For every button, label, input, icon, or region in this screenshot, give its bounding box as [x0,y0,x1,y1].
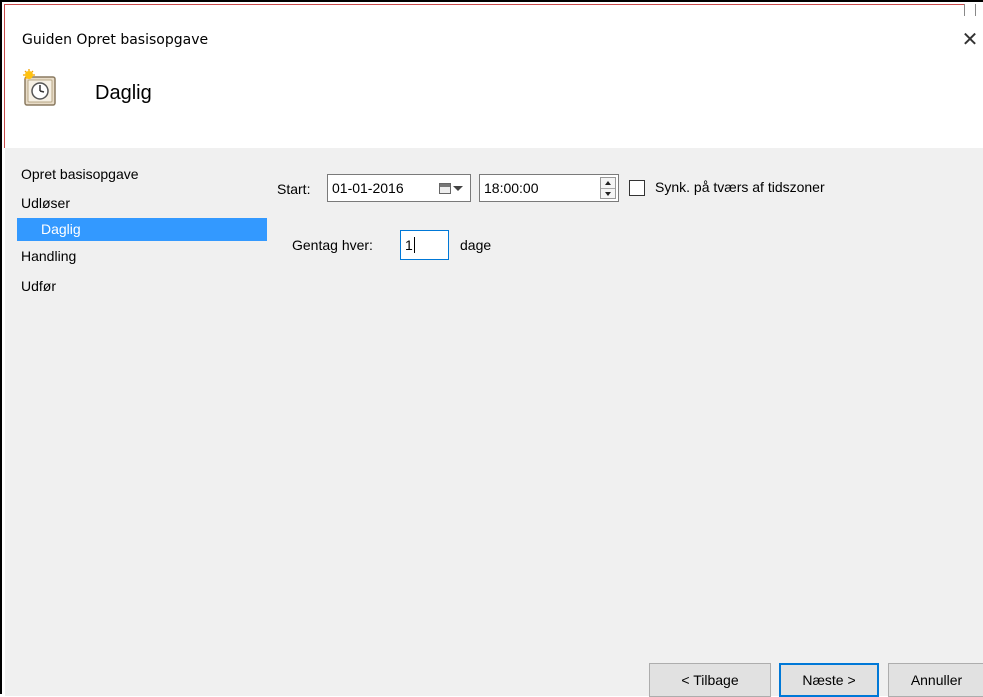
repeat-unit-label: dage [460,237,492,253]
arrow-up-icon [605,181,611,185]
sync-timezones-checkbox[interactable] [629,180,645,196]
page-title: Daglig [95,82,152,104]
sync-timezones-label[interactable]: Synk. på tværs af tidszoner [655,179,825,195]
clock-sun-icon [23,69,56,106]
window-border-top [4,4,964,5]
repeat-days-input[interactable]: 1 [400,230,449,260]
wizard-window: Guiden Opret basisopgave ✕ Daglig Opret … [0,0,983,697]
wizard-steps-nav: Opret basisopgave Udløser Daglig Handlin… [5,164,267,301]
close-icon: ✕ [961,27,979,51]
back-button[interactable]: < Tilbage [649,663,771,697]
repeat-days-value: 1 [405,237,413,253]
chevron-down-icon [453,185,463,191]
window-border-left [4,4,5,148]
background-window-edge [964,4,983,16]
close-button[interactable]: ✕ [957,26,983,52]
step-finish[interactable]: Udfør [5,271,267,301]
cancel-button[interactable]: Annuller [888,663,983,697]
start-label: Start: [277,181,311,197]
start-time-value: 18:00:00 [484,180,539,196]
next-button[interactable]: Næste > [779,663,879,697]
calendar-icon [439,182,451,194]
start-date-value: 01-01-2016 [332,180,404,196]
time-spinner[interactable] [600,177,616,199]
arrow-down-icon [605,192,611,196]
step-create-basic-task[interactable]: Opret basisopgave [5,164,267,188]
step-action[interactable]: Handling [5,241,267,271]
spin-up-button[interactable] [601,178,615,189]
window-title: Guiden Opret basisopgave [22,32,209,48]
wizard-content: Opret basisopgave Udløser Daglig Handlin… [5,148,983,697]
calendar-dropdown-button[interactable] [434,178,468,198]
step-trigger[interactable]: Udløser [5,188,267,218]
repeat-label: Gentag hver: [292,237,373,253]
text-cursor [413,237,415,253]
start-time-field[interactable]: 18:00:00 [479,174,619,202]
start-date-picker[interactable]: 01-01-2016 [327,174,471,202]
step-daily[interactable]: Daglig [17,218,267,241]
spin-down-button[interactable] [601,189,615,199]
